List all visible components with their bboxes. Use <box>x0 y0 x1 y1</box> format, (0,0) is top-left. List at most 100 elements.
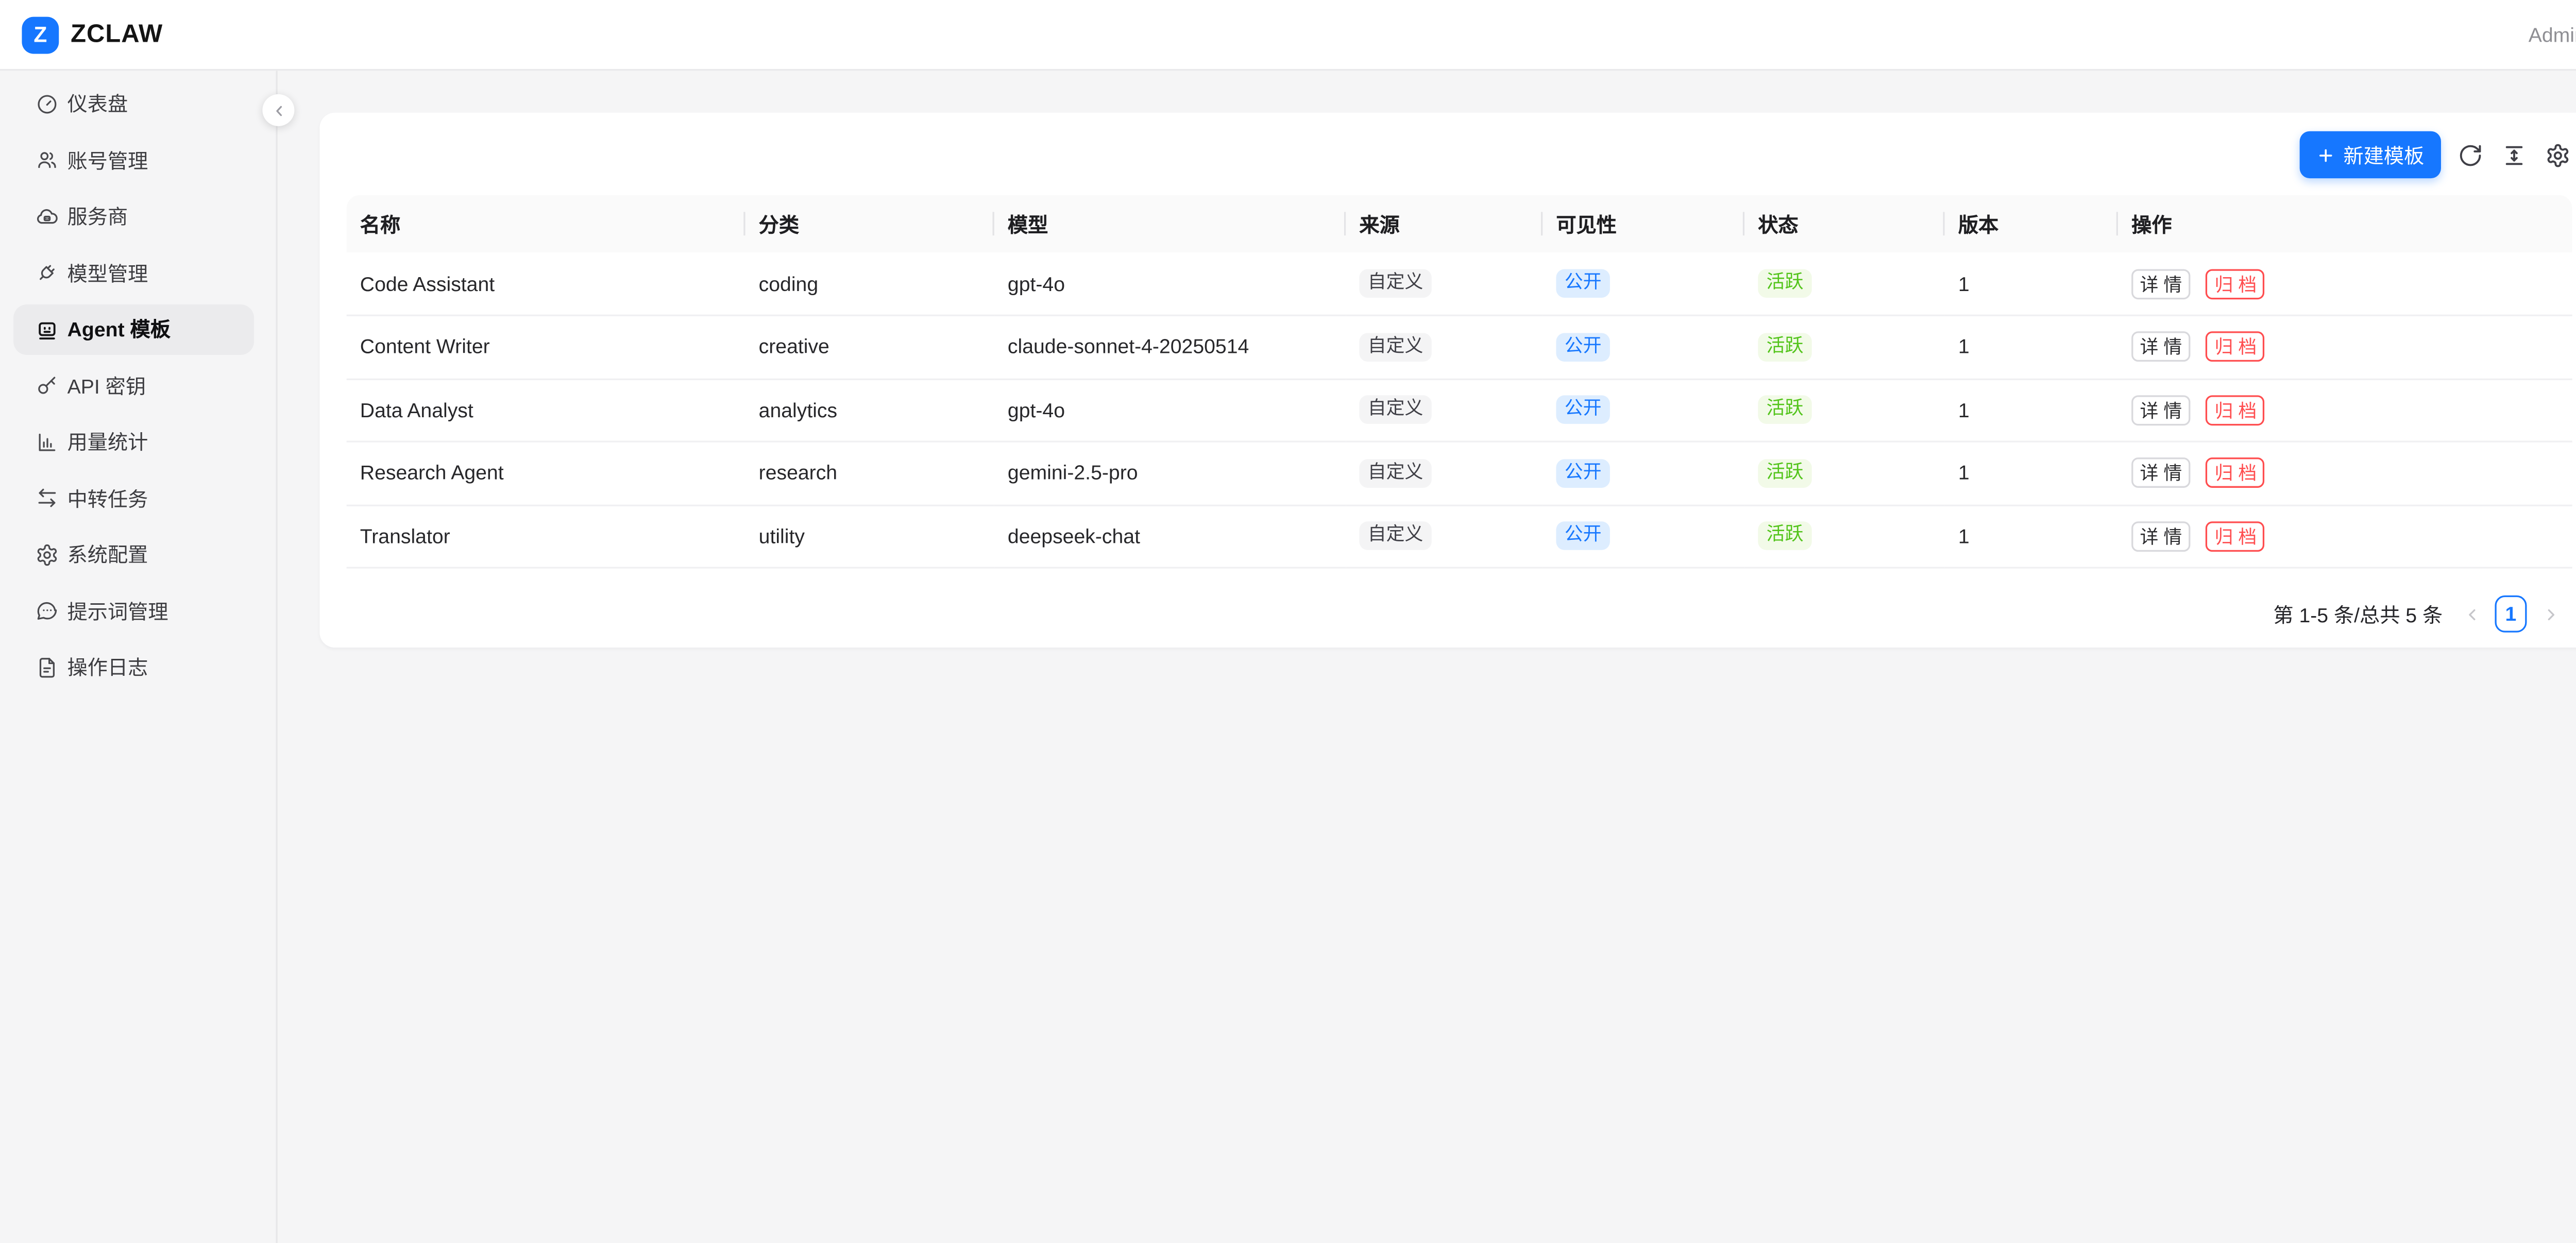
cell-version: 1 <box>1945 252 2118 315</box>
sidebar-item-api-keys[interactable]: API 密钥 <box>13 360 254 411</box>
plus-icon <box>2316 145 2335 164</box>
cell-version: 1 <box>1945 315 2118 378</box>
col-header-name: 名称 <box>347 195 745 252</box>
cell-name: Data Analyst <box>347 379 745 441</box>
sidebar-item-label: 服务商 <box>67 202 128 231</box>
cell-category: analytics <box>745 379 994 441</box>
col-header-category: 分类 <box>745 195 994 252</box>
sidebar-item-operation-logs[interactable]: 操作日志 <box>13 642 254 692</box>
cell-category: research <box>745 441 994 504</box>
detail-button[interactable]: 详 情 <box>2131 268 2190 299</box>
source-tag: 自定义 <box>1359 333 1431 362</box>
top-bar: Z ZCLAW Admin <box>0 0 2576 71</box>
sidebar-item-usage-stats[interactable]: 用量统计 <box>13 416 254 467</box>
detail-button[interactable]: 详 情 <box>2131 458 2190 488</box>
table-settings-gear-icon[interactable] <box>2544 141 2572 169</box>
sidebar-item-label: 用量统计 <box>67 427 148 456</box>
visibility-tag: 公开 <box>1556 459 1609 488</box>
cell-name: Research Agent <box>347 441 745 504</box>
archive-button[interactable]: 归 档 <box>2206 332 2265 362</box>
pagination-total-label: 第 1-5 条/总共 5 条 <box>2273 600 2443 628</box>
new-template-label: 新建模板 <box>2344 141 2425 169</box>
sidebar-item-label: 中转任务 <box>67 484 148 513</box>
col-header-model: 模型 <box>994 195 1346 252</box>
col-header-source: 来源 <box>1346 195 1543 252</box>
sidebar-item-label: 仪表盘 <box>67 89 128 118</box>
chat-dots-icon <box>36 599 59 622</box>
robot-icon <box>36 317 59 341</box>
refresh-icon[interactable] <box>2456 141 2485 169</box>
sidebar-item-models[interactable]: 模型管理 <box>13 247 254 298</box>
col-header-status: 状态 <box>1744 195 1945 252</box>
status-tag: 活跃 <box>1758 522 1811 551</box>
current-user-label: Admin <box>2529 23 2576 46</box>
pagination-page-1[interactable]: 1 <box>2495 595 2527 633</box>
cell-model: gpt-4o <box>994 379 1346 441</box>
pagination-prev-button[interactable] <box>2460 595 2483 633</box>
gauge-icon <box>36 92 59 115</box>
sidebar-item-label: 提示词管理 <box>67 597 168 625</box>
archive-button[interactable]: 归 档 <box>2206 395 2265 425</box>
sidebar-collapse-button[interactable] <box>262 94 294 126</box>
table-row: Content Writer creative claude-sonnet-4-… <box>347 315 2572 378</box>
table-row: Research Agent research gemini-2.5-pro 自… <box>347 441 2572 504</box>
agent-templates-card: 新建模板 名称 <box>319 113 2576 648</box>
templates-table: 名称 分类 模型 来源 可见性 状态 版本 操作 Code Assistant … <box>347 195 2572 569</box>
visibility-tag: 公开 <box>1556 333 1609 362</box>
sidebar-item-system-config[interactable]: 系统配置 <box>13 529 254 580</box>
table-row: Data Analyst analytics gpt-4o 自定义 公开 活跃 … <box>347 379 2572 441</box>
visibility-tag: 公开 <box>1556 269 1609 298</box>
detail-button[interactable]: 详 情 <box>2131 395 2190 425</box>
archive-button[interactable]: 归 档 <box>2206 458 2265 488</box>
cell-model: gpt-4o <box>994 252 1346 315</box>
key-icon <box>36 373 59 397</box>
status-tag: 活跃 <box>1758 459 1811 488</box>
sidebar-item-label: 系统配置 <box>67 540 148 569</box>
brand-logo-icon: Z <box>22 16 59 53</box>
archive-button[interactable]: 归 档 <box>2206 268 2265 299</box>
sidebar-item-relay-tasks[interactable]: 中转任务 <box>13 473 254 523</box>
chevron-left-icon <box>2462 605 2481 623</box>
sidebar-item-providers[interactable]: 服务商 <box>13 191 254 242</box>
sidebar-item-label: API 密钥 <box>67 371 146 400</box>
sidebar-nav: 仪表盘 账号管理 服务商 模型管理 Agent 模板 <box>0 71 278 1243</box>
cell-version: 1 <box>1945 379 2118 441</box>
sidebar-item-accounts[interactable]: 账号管理 <box>13 134 254 185</box>
table-header: 名称 分类 模型 来源 可见性 状态 版本 操作 <box>347 195 2572 252</box>
detail-button[interactable]: 详 情 <box>2131 521 2190 551</box>
visibility-tag: 公开 <box>1556 396 1609 424</box>
sidebar-item-label: Agent 模板 <box>67 315 171 344</box>
cell-name: Content Writer <box>347 315 745 378</box>
status-tag: 活跃 <box>1758 269 1811 298</box>
cell-category: creative <box>745 315 994 378</box>
sidebar-item-dashboard[interactable]: 仪表盘 <box>13 78 254 129</box>
gear-icon <box>36 542 59 566</box>
source-tag: 自定义 <box>1359 459 1431 488</box>
cell-model: deepseek-chat <box>994 505 1346 568</box>
cell-model: gemini-2.5-pro <box>994 441 1346 504</box>
detail-button[interactable]: 详 情 <box>2131 332 2190 362</box>
new-template-button[interactable]: 新建模板 <box>2300 131 2441 178</box>
cell-name: Code Assistant <box>347 252 745 315</box>
col-header-visibility: 可见性 <box>1543 195 1744 252</box>
table-row: Code Assistant coding gpt-4o 自定义 公开 活跃 1… <box>347 252 2572 315</box>
sidebar-item-agent-templates[interactable]: Agent 模板 <box>13 303 254 354</box>
cell-model: claude-sonnet-4-20250514 <box>994 315 1346 378</box>
sidebar-item-prompt-management[interactable]: 提示词管理 <box>13 585 254 636</box>
bar-chart-icon <box>36 430 59 453</box>
plug-icon <box>36 261 59 284</box>
main-content: 新建模板 名称 <box>279 71 2576 1243</box>
table-toolbar: 新建模板 <box>319 113 2576 178</box>
col-header-version: 版本 <box>1945 195 2118 252</box>
cell-category: utility <box>745 505 994 568</box>
pagination: 第 1-5 条/总共 5 条 1 <box>319 595 2562 633</box>
pagination-next-button[interactable] <box>2538 595 2562 633</box>
app-root: Z ZCLAW Admin 仪表盘 账号管理 服务商 <box>0 0 2576 1243</box>
brand-name: ZCLAW <box>71 20 163 49</box>
sidebar-item-label: 模型管理 <box>67 258 148 287</box>
archive-button[interactable]: 归 档 <box>2206 521 2265 551</box>
chevron-left-icon <box>270 102 287 119</box>
column-height-icon[interactable] <box>2500 141 2529 169</box>
cloud-icon <box>36 205 59 228</box>
table-row: Translator utility deepseek-chat 自定义 公开 … <box>347 505 2572 568</box>
